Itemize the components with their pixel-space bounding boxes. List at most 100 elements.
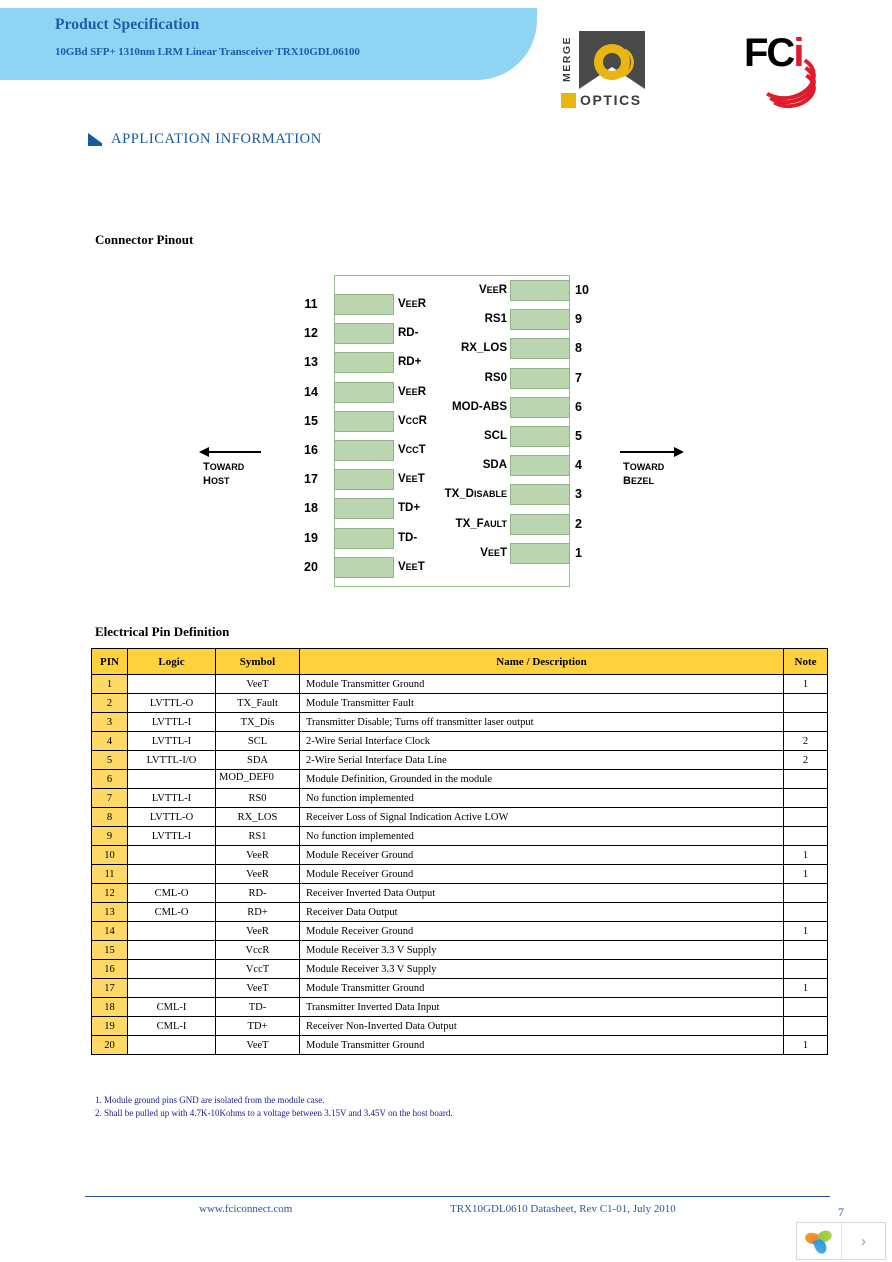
cell-symbol: VeeT xyxy=(215,674,300,694)
cell-description: Transmitter Inverted Data Input xyxy=(299,997,784,1017)
table-header-row: PIN Logic Symbol Name / Description Note xyxy=(91,648,828,675)
pin-signal-label: SDA xyxy=(482,459,507,472)
footer-website-link[interactable]: www.fciconnect.com xyxy=(199,1203,292,1215)
cell-note xyxy=(783,712,828,732)
table-row: 9 LVTTL-I RS1 No function implemented xyxy=(91,826,828,846)
page-navigation-widget[interactable]: › xyxy=(796,1222,886,1260)
cell-description: Receiver Non-Inverted Data Output xyxy=(299,1016,784,1036)
table-row: 17 VeeT Module Transmitter Ground 1 xyxy=(91,978,828,998)
table-row: 2 LVTTL-O TX_Fault Module Transmitter Fault xyxy=(91,693,828,713)
cell-pin: 11 xyxy=(91,864,128,884)
cell-description: Module Receiver 3.3 V Supply xyxy=(299,959,784,979)
pin-signal-label: VEET xyxy=(398,560,425,573)
merge-logo-square-icon xyxy=(561,93,576,108)
cell-note xyxy=(783,826,828,846)
pin-number: 16 xyxy=(304,443,318,457)
cell-pin: 3 xyxy=(91,712,128,732)
widget-brand-logo-button[interactable] xyxy=(797,1223,841,1259)
cell-logic: LVTTL-I/O xyxy=(127,750,216,770)
cell-note xyxy=(783,769,828,789)
cell-logic: LVTTL-I xyxy=(127,731,216,751)
footnote-2: 2. Shall be pulled up with 4.7K-10Kohms … xyxy=(95,1108,453,1118)
connector-pad xyxy=(334,352,394,374)
connector-pad xyxy=(334,498,394,520)
cell-pin: 8 xyxy=(91,807,128,827)
pin-signal-label: RD+ xyxy=(398,356,422,369)
toward-host-label: TOWARD HOST xyxy=(203,461,245,487)
pin-number: 20 xyxy=(304,559,318,574)
cell-description: Module Transmitter Fault xyxy=(299,693,784,713)
table-row: 1 VeeT Module Transmitter Ground 1 xyxy=(91,674,828,694)
pin-number: 6 xyxy=(575,399,582,414)
merge-logo-vertical-text: MERGE xyxy=(561,36,573,83)
pin-signal-label: TD- xyxy=(398,531,418,544)
cell-description: Receiver Loss of Signal Indication Activ… xyxy=(299,807,784,827)
cell-pin: 9 xyxy=(91,826,128,846)
cell-note: 2 xyxy=(783,750,828,770)
cell-logic xyxy=(127,769,216,789)
cell-logic xyxy=(127,845,216,865)
pin-signal-label: VCCR xyxy=(398,414,427,427)
table-row: 7 LVTTL-I RS0 No function implemented xyxy=(91,788,828,808)
cell-logic: CML-O xyxy=(127,883,216,903)
page-number: 7 xyxy=(838,1205,844,1219)
pin-signal-label: RS0 xyxy=(484,371,507,384)
column-header-note: Note xyxy=(783,648,828,675)
connector-pad xyxy=(510,309,570,331)
column-header-desc: Name / Description xyxy=(299,648,784,675)
cell-pin: 5 xyxy=(91,750,128,770)
cell-note: 1 xyxy=(783,1035,828,1055)
pin-signal-label: VCCT xyxy=(398,444,426,456)
pin-number: 14 xyxy=(304,384,318,399)
next-page-button[interactable]: › xyxy=(840,1223,885,1259)
toward-host-arrow-line xyxy=(205,451,261,453)
table-row: 13 CML-O RD+ Receiver Data Output xyxy=(91,902,828,922)
cell-pin: 19 xyxy=(91,1016,128,1036)
cell-logic: LVTTL-O xyxy=(127,693,216,713)
cell-description: No function implemented xyxy=(299,788,784,808)
cell-pin: 17 xyxy=(91,978,128,998)
table-row: 14 VeeR Module Receiver Ground 1 xyxy=(91,921,828,941)
cell-pin: 2 xyxy=(91,693,128,713)
pin-number: 2 xyxy=(575,516,582,531)
table-row: 12 CML-O RD- Receiver Inverted Data Output xyxy=(91,883,828,903)
leaf-flower-icon xyxy=(803,1228,834,1256)
pin-signal-label: RD- xyxy=(398,327,419,340)
connector-pad xyxy=(334,323,394,345)
cell-description: Transmitter Disable; Turns off transmitt… xyxy=(299,712,784,732)
cell-symbol: VeeT xyxy=(215,978,300,998)
cell-logic xyxy=(127,674,216,694)
cell-symbol: MOD_DEF0 xyxy=(215,769,300,789)
pin-number: 11 xyxy=(304,297,318,311)
cell-description: Module Transmitter Ground xyxy=(299,1035,784,1055)
connector-pad xyxy=(510,542,570,564)
footer-divider xyxy=(85,1196,830,1197)
cell-description: Module Definition, Grounded in the modul… xyxy=(299,769,784,789)
cell-symbol: SCL xyxy=(215,731,300,751)
pin-signal-label: MOD-ABS xyxy=(452,400,507,413)
cell-logic xyxy=(127,978,216,998)
cell-logic xyxy=(127,864,216,884)
connector-pad xyxy=(334,556,394,578)
cell-symbol: TD+ xyxy=(215,1016,300,1036)
cell-pin: 4 xyxy=(91,731,128,751)
column-header-pin: PIN xyxy=(91,648,128,675)
cell-logic: CML-I xyxy=(127,1016,216,1036)
cell-logic: LVTTL-I xyxy=(127,788,216,808)
cell-note xyxy=(783,902,828,922)
pin-number: 9 xyxy=(575,312,582,327)
toward-bezel-arrow-line xyxy=(620,451,676,453)
pin-number: 5 xyxy=(575,429,582,443)
merge-optics-logo: MERGE OPTICS xyxy=(561,31,649,109)
cell-pin: 15 xyxy=(91,940,128,960)
electrical-pin-definition-heading: Electrical Pin Definition xyxy=(95,624,230,639)
cell-symbol: TX_Fault xyxy=(215,693,300,713)
pin-number: 8 xyxy=(575,341,582,356)
table-row: 19 CML-I TD+ Receiver Non-Inverted Data Out… xyxy=(91,1016,828,1036)
cell-note xyxy=(783,807,828,827)
table-row: 8 LVTTL-O RX_LOS Receiver Loss of Signal In… xyxy=(91,807,828,827)
cell-logic: LVTTL-I xyxy=(127,826,216,846)
connector-pad xyxy=(334,527,394,549)
cell-pin: 14 xyxy=(91,921,128,941)
cell-note xyxy=(783,788,828,808)
